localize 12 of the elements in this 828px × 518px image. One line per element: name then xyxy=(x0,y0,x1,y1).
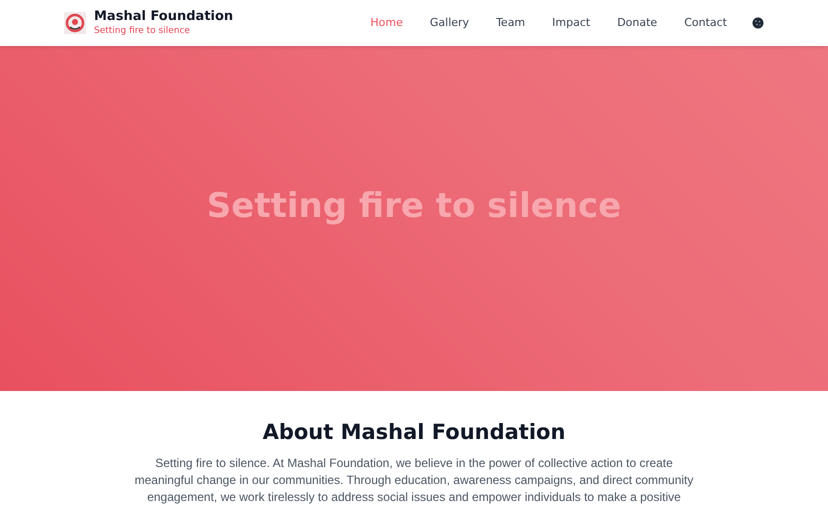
about-text: Setting fire to silence. At Mashal Foundation, we believe in the power of collective action to create meaningful change in our communities. Through education, awareness campaigns, and direct community engagement, we work tirelessly to address social issues and empower individuals to make a positive xyxy=(134,455,694,506)
theme-toggle-icon[interactable] xyxy=(752,17,764,29)
about-title: About Mashal Foundation xyxy=(262,419,566,446)
hero-title: Setting fire to silence xyxy=(206,185,622,228)
nav-link[interactable]: Team xyxy=(496,14,526,32)
nav-link[interactable]: Impact xyxy=(552,14,590,32)
nav-link[interactable]: Gallery xyxy=(430,14,470,32)
brand-tagline: Setting fire to silence xyxy=(94,26,191,37)
logo-icon xyxy=(64,12,86,34)
brand-name: Mashal Foundation xyxy=(94,9,234,26)
nav-link[interactable]: Contact xyxy=(684,14,727,32)
nav-link[interactable]: Donate xyxy=(617,14,658,32)
